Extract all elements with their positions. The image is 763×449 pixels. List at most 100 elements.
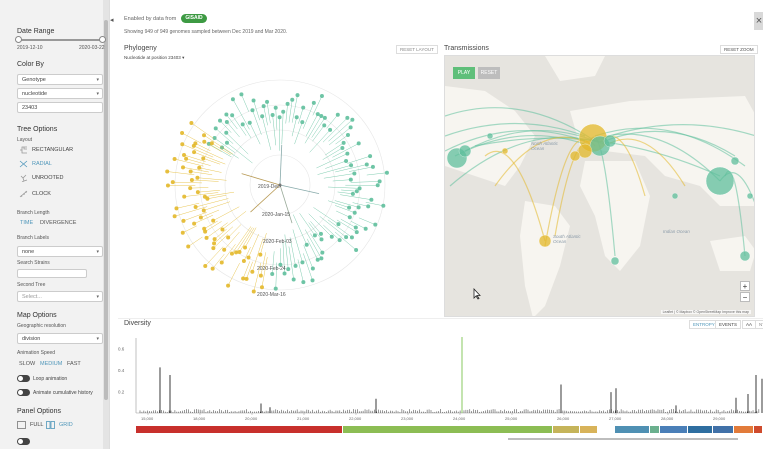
transmissions-map[interactable]: PLAY RESET North Atlantic Ocean South At… <box>444 55 755 317</box>
aa-toggle[interactable]: AA <box>742 320 757 329</box>
tree-branch <box>197 177 227 181</box>
location-circle <box>746 192 754 200</box>
tree-tip <box>347 205 352 210</box>
full-panel-icon <box>17 421 26 429</box>
tree-tip <box>192 221 197 226</box>
branch-length-time[interactable]: TIME <box>20 220 33 226</box>
tree-branch <box>292 229 303 263</box>
gisaid-logo[interactable]: GISAID <box>181 14 207 23</box>
date-range-slider-track[interactable] <box>17 39 103 41</box>
genotype-position-input[interactable]: 23403 <box>17 102 103 113</box>
tree-branch <box>327 186 360 189</box>
map-reset-button[interactable]: RESET <box>478 67 500 79</box>
tree-tip <box>315 257 320 262</box>
speed-fast[interactable]: FAST <box>67 361 81 367</box>
panel-grid-option[interactable]: GRID <box>46 421 73 429</box>
genotype-position-value: 23403 <box>22 105 38 111</box>
tree-branch <box>193 145 224 160</box>
tree-branch <box>182 167 209 173</box>
transmissions-title: Transmissions <box>444 45 489 52</box>
tree-tip <box>363 226 368 231</box>
tree-tip <box>270 272 275 277</box>
speed-medium[interactable]: MEDIUM <box>40 361 62 367</box>
tree-tip <box>250 269 255 274</box>
sidebar-scrollbar[interactable] <box>103 0 109 449</box>
tree-tip <box>258 273 263 278</box>
branch-labels-select[interactable]: none ▾ <box>17 246 103 257</box>
diversity-chart[interactable]: 0.6 0.4 0.2 15,000 18,000 20,000 21,000 22,000 2… <box>118 330 763 449</box>
phylogeny-tree[interactable] <box>150 55 435 305</box>
tree-branch <box>336 210 350 218</box>
layout-clock-option[interactable]: CLOCK <box>19 190 51 198</box>
layout-unrooted-option[interactable]: UNROOTED <box>19 174 63 182</box>
zoom-in-button[interactable]: + <box>740 281 750 291</box>
tree-tip <box>251 98 256 103</box>
tree-tip <box>172 156 177 161</box>
loop-animation-toggle[interactable] <box>17 375 30 382</box>
close-icon[interactable]: × <box>754 12 763 30</box>
tree-tip <box>211 246 216 251</box>
tree-tip <box>301 280 306 285</box>
events-toggle[interactable]: EVENTS <box>715 320 742 329</box>
tree-tip <box>341 140 346 145</box>
tree-tip <box>195 190 200 195</box>
zoom-out-button[interactable]: − <box>740 292 750 302</box>
tree-tip <box>300 120 305 125</box>
tree-branch <box>214 137 236 153</box>
tree-tip <box>239 92 244 97</box>
layout-radial-option[interactable]: RADIAL <box>19 160 52 168</box>
indian-ocean-label: Indian Ocean <box>663 229 690 234</box>
tree-date-label: 2020-Feb-03 <box>263 239 292 245</box>
map-attribution[interactable]: Leaflet | © Mapbox © OpenStreetMap Impro… <box>660 310 751 314</box>
speed-slow[interactable]: SLOW <box>19 361 35 367</box>
date-range-start-label: 2019-12-10 <box>17 45 43 51</box>
tree-tip <box>189 177 194 182</box>
collapse-sidebar-icon[interactable]: ◂ <box>110 16 114 24</box>
location-circle <box>603 134 617 148</box>
tree-branch <box>299 213 316 236</box>
tree-tip <box>310 266 315 271</box>
cumulative-history-toggle[interactable] <box>17 389 30 396</box>
tree-tip <box>209 141 214 146</box>
south-atlantic-label: South Atlantic Ocean <box>553 234 581 244</box>
map-canvas[interactable] <box>445 56 755 317</box>
date-range-end-handle[interactable] <box>99 36 106 43</box>
tree-branch <box>188 236 203 247</box>
play-button[interactable]: PLAY <box>453 67 475 79</box>
tree-tip <box>356 141 361 146</box>
tree-date-label: 2020-Mar-16 <box>257 292 286 298</box>
layout-rectangular-option[interactable]: RECTANGULAR <box>19 146 73 154</box>
tree-tip <box>230 97 235 102</box>
tree-tip <box>165 183 170 188</box>
tree-branch <box>304 115 322 144</box>
tree-date-label: 2019-Dec- <box>258 184 282 190</box>
nt-toggle[interactable]: NT <box>755 320 763 329</box>
tree-tip <box>336 222 341 227</box>
gene-segment <box>553 426 579 433</box>
tree-tip <box>226 235 231 240</box>
tree-tip <box>345 115 350 120</box>
panel-toggle[interactable] <box>17 438 30 445</box>
tree-tip <box>277 115 282 120</box>
tree-tip <box>364 162 369 167</box>
branch-length-divergence[interactable]: DIVERGENCE <box>40 220 76 226</box>
search-strains-input[interactable] <box>17 269 87 278</box>
location-circle <box>610 256 620 266</box>
date-range-start-handle[interactable] <box>15 36 22 43</box>
tree-tip <box>301 105 306 110</box>
reset-layout-button[interactable]: RESET LAYOUT <box>396 45 438 54</box>
color-by-select[interactable]: Genotype ▾ <box>17 74 103 85</box>
location-circle <box>705 166 735 196</box>
x-tick-label: 25,000 <box>505 416 518 421</box>
location-circle <box>486 132 494 140</box>
tree-tip <box>377 179 382 184</box>
panel-full-option[interactable]: FULL <box>17 421 43 429</box>
geo-resolution-select[interactable]: division ▾ <box>17 333 103 344</box>
reset-zoom-button[interactable]: RESET ZOOM <box>720 45 758 54</box>
tree-tip <box>174 206 179 211</box>
tree-tip <box>182 194 187 199</box>
sidebar-scrollbar-thumb[interactable] <box>104 20 108 400</box>
genotype-type-select[interactable]: nucleotide ▾ <box>17 88 103 99</box>
tree-tip <box>320 250 325 255</box>
second-tree-select[interactable]: Select... ▾ <box>17 291 103 302</box>
